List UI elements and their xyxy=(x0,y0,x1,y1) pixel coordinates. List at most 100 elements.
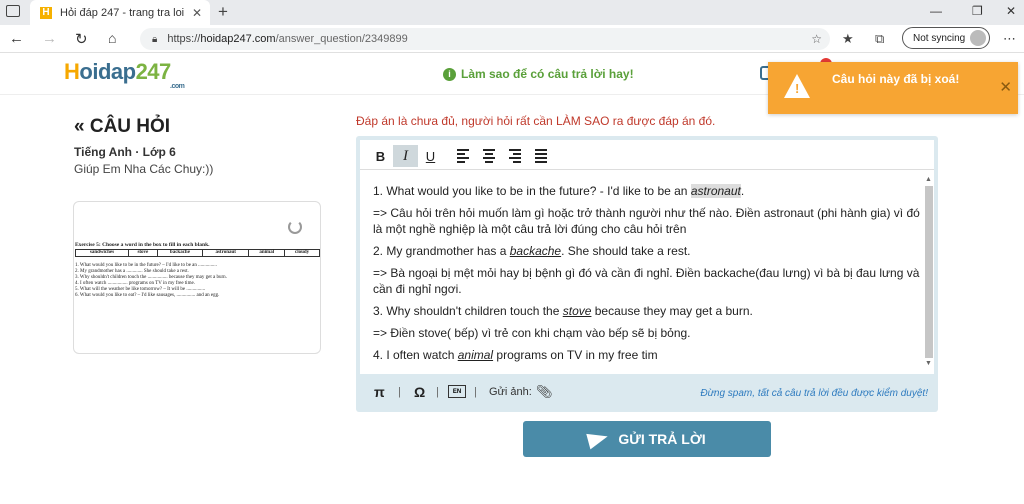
editor-toolbar: B I U xyxy=(360,140,934,170)
send-image-label: Gửi ảnh: xyxy=(489,386,532,398)
separator: | xyxy=(398,386,401,398)
answer-keyword: astronaut xyxy=(690,184,741,198)
editor-scrollbar[interactable]: ▲ ▼ xyxy=(925,176,933,368)
answer-paragraph: 1. What would you like to be in the futu… xyxy=(373,183,922,199)
align-right-icon[interactable] xyxy=(502,145,527,167)
answer-text: . xyxy=(740,184,745,198)
toast-close-icon[interactable]: ✕ xyxy=(999,78,1012,96)
word-cell: stove xyxy=(127,249,158,257)
answer-note: Đáp án là chưa đủ, người hỏi rất cần LÀM… xyxy=(356,114,716,128)
home-icon[interactable]: ⌂ xyxy=(108,30,116,46)
underline-button[interactable]: U xyxy=(418,145,443,167)
more-icon[interactable]: ⋯ xyxy=(1003,31,1016,47)
tab-title: Hỏi đáp 247 - trang tra loi xyxy=(60,6,185,19)
doc-exercise: Exercise 5: Choose a word in the box to … xyxy=(75,242,210,248)
separator: | xyxy=(474,386,477,398)
info-icon: i xyxy=(443,67,456,81)
editor-footer: π | Ω | EN | Gửi ảnh: 📎︎ Đừng spam, tất … xyxy=(360,376,934,410)
scroll-up-icon[interactable]: ▲ xyxy=(925,176,932,183)
logo-domain: .com xyxy=(170,83,185,90)
logo-number: 247 xyxy=(135,59,172,84)
scroll-thumb[interactable] xyxy=(925,186,933,358)
back-icon[interactable]: ← xyxy=(9,30,24,47)
english-keyboard-icon[interactable]: EN xyxy=(448,385,466,398)
answer-text-area[interactable]: 1. What would you like to be in the futu… xyxy=(360,170,934,374)
favorites-icon[interactable]: ★ xyxy=(842,31,854,47)
submit-answer-button[interactable]: GỬI TRẢ LỜI xyxy=(523,421,771,457)
word-cell: animal xyxy=(248,249,286,257)
url-input[interactable]: 🔒︎ https://hoidap247.com/answer_question… xyxy=(140,28,830,50)
question-image-card[interactable]: Exercise 5: Choose a word in the box to … xyxy=(73,201,321,354)
toast-message: Câu hỏi này đã bị xoá! xyxy=(832,72,960,86)
answer-paragraph: => Bà ngoại bị mệt mỏi hay bị bệnh gì đó… xyxy=(373,266,920,296)
browser-tab-bar: H Hỏi đáp 247 - trang tra loi ✕ + — ❐ ✕ xyxy=(0,0,1024,25)
url-path: /answer_question/2349899 xyxy=(275,33,408,45)
answer-editor: B I U 1. What would you like to be in th… xyxy=(356,136,938,412)
submit-label: GỬI TRẢ LỜI xyxy=(618,431,706,447)
question-text: Giúp Em Nha Các Chuy:)) xyxy=(74,162,214,176)
answer-text: 3. Why shouldn't children touch the xyxy=(373,304,563,318)
site-favicon-icon: H xyxy=(40,6,52,19)
answer-text: because they may get a burn. xyxy=(591,304,753,318)
italic-button[interactable]: I xyxy=(393,145,418,167)
address-bar-row: ← → ↻ ⌂ 🔒︎ https://hoidap247.com/answer_… xyxy=(0,25,1024,53)
answer-paragraph: => Điền stove( bếp) vì trẻ con khi chạm … xyxy=(373,326,691,340)
answer-text: 1. What would you like to be in the futu… xyxy=(373,184,691,198)
answer-text: 2. My grandmother has a xyxy=(373,244,510,258)
question-subject: Tiếng Anh · Lớp 6 xyxy=(74,145,176,159)
word-cell: sandwiches xyxy=(75,249,129,257)
url-prefix: https:// xyxy=(167,33,201,45)
answer-paragraph: 3. Why shouldn't children touch the stov… xyxy=(373,303,922,319)
url-host: hoidap247.com xyxy=(200,33,276,45)
separator: | xyxy=(436,386,439,398)
sync-button[interactable]: Not syncing xyxy=(902,27,990,49)
align-left-icon[interactable] xyxy=(450,145,475,167)
answer-tip-link[interactable]: i Làm sao để có câu trả lời hay! xyxy=(443,67,634,81)
answer-text: . She should take a rest. xyxy=(561,244,691,258)
omega-symbol-icon[interactable]: Ω xyxy=(414,384,425,400)
align-center-icon[interactable] xyxy=(476,145,501,167)
logo-h: H xyxy=(64,59,80,84)
sync-label: Not syncing xyxy=(913,32,966,44)
word-cell: astronaut xyxy=(202,249,250,257)
math-pi-icon[interactable]: π xyxy=(374,384,385,400)
answer-keyword: backache xyxy=(509,244,562,258)
answer-keyword: animal xyxy=(457,348,494,362)
forward-icon[interactable]: → xyxy=(42,30,57,47)
spam-warning: Đừng spam, tất cả câu trả lời đều được k… xyxy=(700,388,928,399)
word-cell: backache xyxy=(156,249,204,257)
site-logo[interactable]: Hoidap247 .com xyxy=(64,59,185,90)
browser-tab[interactable]: H Hỏi đáp 247 - trang tra loi ✕ xyxy=(30,0,210,25)
tip-text: Làm sao để có câu trả lời hay! xyxy=(461,67,634,81)
minimize-button[interactable]: — xyxy=(930,4,942,18)
send-icon xyxy=(586,428,611,450)
bold-button[interactable]: B xyxy=(368,145,393,167)
align-justify-icon[interactable] xyxy=(528,145,553,167)
question-heading: « CÂU HỎI xyxy=(74,116,171,137)
answer-paragraph: 4. I often watch animal programs on TV i… xyxy=(373,347,922,363)
lock-icon: 🔒︎ xyxy=(152,33,158,45)
favorites-add-icon[interactable]: ☆ xyxy=(811,32,822,46)
word-cell: cloudy xyxy=(284,249,320,257)
window-close-button[interactable]: ✕ xyxy=(1006,4,1016,18)
attach-clip-icon[interactable]: 📎︎ xyxy=(536,384,553,400)
restore-button[interactable]: ❐ xyxy=(972,4,983,18)
logo-text: oidap xyxy=(79,59,136,84)
tab-actions-icon[interactable] xyxy=(6,5,20,17)
rotate-icon[interactable] xyxy=(288,220,302,234)
tab-close-icon[interactable]: ✕ xyxy=(192,6,202,20)
collections-icon[interactable]: ⧉ xyxy=(875,31,884,47)
new-tab-button[interactable]: + xyxy=(218,2,228,22)
word-box: sandwiches stove backache astronaut anim… xyxy=(75,249,320,257)
answer-keyword: stove xyxy=(562,304,592,318)
warning-icon: ! xyxy=(784,74,810,98)
doc-line: 6. What would you like to eat? – I'd lik… xyxy=(75,293,220,298)
answer-paragraph: => Câu hỏi trên hỏi muốn làm gì hoặc trở… xyxy=(373,206,920,236)
answer-paragraph: 2. My grandmother has a backache. She sh… xyxy=(373,243,922,259)
deleted-toast: ! Câu hỏi này đã bị xoá! ✕ xyxy=(768,62,1018,114)
scroll-down-icon[interactable]: ▼ xyxy=(925,360,932,367)
reload-icon[interactable]: ↻ xyxy=(75,30,88,48)
question-image: Exercise 5: Choose a word in the box to … xyxy=(75,242,321,318)
answer-text: programs on TV in my free tim xyxy=(493,348,658,362)
avatar xyxy=(970,30,986,46)
